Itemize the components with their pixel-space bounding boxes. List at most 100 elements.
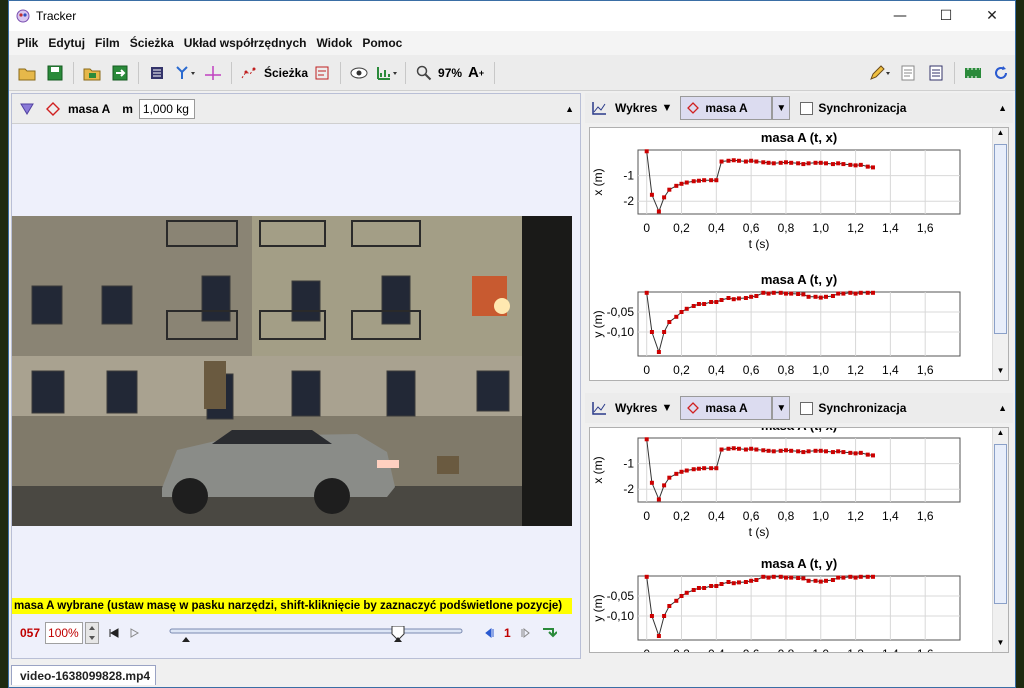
combo-arrow-icon[interactable]: ▼ <box>772 96 791 120</box>
menu-edytuj[interactable]: Edytuj <box>43 36 90 50</box>
font-size-icon[interactable]: A + <box>464 60 488 86</box>
play-icon[interactable] <box>127 626 141 640</box>
data-point <box>813 578 818 583</box>
zoom-icon[interactable] <box>412 60 436 86</box>
maximize-button[interactable]: ☐ <box>923 1 969 31</box>
data-point <box>841 575 846 580</box>
data-point <box>749 294 754 299</box>
data-point <box>679 594 684 598</box>
data-point <box>736 296 741 301</box>
menu-uklad-wspolrzednych[interactable]: Układ współrzędnych <box>179 36 312 50</box>
track-menu-label[interactable]: Ścieżka <box>264 66 308 80</box>
data-point <box>709 584 714 588</box>
chart-title: masa A (t, y) <box>761 272 837 287</box>
footprint-icon[interactable] <box>375 60 399 86</box>
sync-checkbox[interactable] <box>800 401 814 415</box>
film-strip-icon[interactable] <box>961 60 985 86</box>
export-icon[interactable] <box>108 60 132 86</box>
plot-panel-top: Wykres ▼ masa A ▼ Synchronizacja ▲ masa … <box>585 93 1013 391</box>
plot-area: masa A (t, x) 0 0,2 0,4 0,6 0,8 1,0 1,2 1,4 1,6 -1… <box>589 127 1009 381</box>
zoom-level[interactable]: 97% <box>438 66 462 80</box>
track-icon[interactable] <box>238 60 262 86</box>
data-point <box>841 162 846 167</box>
scroll-up-icon[interactable]: ▲ <box>993 128 1008 142</box>
loop-icon[interactable] <box>541 626 557 640</box>
collapse-arrow-icon[interactable]: ▲ <box>998 103 1007 113</box>
sync-checkbox[interactable] <box>800 101 814 115</box>
axes-icon[interactable] <box>201 60 225 86</box>
data-point <box>853 163 858 168</box>
data-point <box>736 158 741 163</box>
rate-spinner-icon[interactable] <box>85 622 100 644</box>
x-axis-label: t (s) <box>749 237 770 251</box>
data-point <box>778 160 783 165</box>
data-point <box>796 161 801 166</box>
file-tab[interactable]: video-1638099828.mp4 <box>11 665 156 685</box>
player-bar: 057 1 <box>12 618 580 648</box>
filter-triangle-icon[interactable] <box>20 103 34 115</box>
plot-view-icon[interactable] <box>591 101 607 115</box>
menu-plik[interactable]: Plik <box>12 36 43 50</box>
data-point <box>870 574 875 579</box>
frame-slider[interactable] <box>168 626 464 642</box>
menu-film[interactable]: Film <box>90 36 125 50</box>
data-point <box>801 450 806 455</box>
mass-field[interactable] <box>138 98 195 119</box>
data-point <box>656 209 661 214</box>
scroll-up-icon[interactable]: ▲ <box>993 428 1008 442</box>
x-axis-label: t (s) <box>749 525 770 539</box>
track-control-icon[interactable] <box>310 60 334 86</box>
view-selector-label[interactable]: Wykres <box>615 101 657 115</box>
save-icon[interactable] <box>43 60 67 86</box>
menu-pomoc[interactable]: Pomoc <box>357 36 407 50</box>
plot-view-icon[interactable] <box>591 401 607 415</box>
vertical-scrollbar[interactable]: ▲ ▼ <box>992 428 1008 652</box>
open-video-icon[interactable] <box>80 60 104 86</box>
vertical-scrollbar[interactable]: ▲ ▼ <box>992 128 1008 380</box>
combo-arrow-icon[interactable]: ▼ <box>772 396 791 420</box>
scroll-thumb[interactable] <box>994 444 1007 604</box>
scroll-thumb[interactable] <box>994 144 1007 334</box>
data-point <box>806 294 811 299</box>
track-point-mass-icon <box>687 102 700 114</box>
notes-icon[interactable] <box>896 60 920 86</box>
scroll-down-icon[interactable]: ▼ <box>993 638 1008 652</box>
data-point <box>709 466 714 471</box>
refresh-icon[interactable] <box>989 60 1013 86</box>
dropdown-arrow-icon[interactable]: ▼ <box>661 402 672 414</box>
calibration-tools-icon[interactable] <box>173 60 197 86</box>
pencil-icon[interactable] <box>868 60 892 86</box>
toolbar-separator <box>340 61 342 84</box>
info-icon[interactable] <box>924 60 948 86</box>
step-size[interactable]: 1 <box>504 626 511 640</box>
data-point <box>702 586 707 590</box>
scroll-down-icon[interactable]: ▼ <box>993 366 1008 380</box>
playback-rate-field[interactable] <box>45 622 84 644</box>
menu-sciezka[interactable]: Ścieżka <box>125 36 179 50</box>
close-button[interactable]: ✕ <box>969 1 1015 31</box>
data-point <box>783 160 788 165</box>
data-point <box>662 195 667 200</box>
minimize-button[interactable]: — <box>877 1 923 31</box>
view-selector-label[interactable]: Wykres <box>615 401 657 415</box>
collapse-arrow-icon[interactable]: ▲ <box>565 104 574 114</box>
collapse-arrow-icon[interactable]: ▲ <box>998 403 1007 413</box>
step-forward-icon[interactable] <box>519 626 533 640</box>
data-point <box>761 160 766 165</box>
toolbar-separator <box>494 61 496 84</box>
data-point <box>848 162 853 167</box>
go-to-start-icon[interactable] <box>107 626 121 640</box>
frame-number[interactable]: 057 <box>20 626 40 640</box>
open-folder-icon[interactable] <box>15 60 39 86</box>
eye-icon[interactable] <box>347 60 371 86</box>
track-selector[interactable]: masa A <box>680 96 773 120</box>
track-selector[interactable]: masa A <box>680 396 773 420</box>
dropdown-arrow-icon[interactable]: ▼ <box>661 102 672 114</box>
y-axis-label: x (m) <box>591 168 605 195</box>
data-point <box>674 471 679 476</box>
step-back-icon[interactable] <box>482 626 496 640</box>
clip-settings-icon[interactable] <box>145 60 169 86</box>
menu-widok[interactable]: Widok <box>311 36 357 50</box>
data-point <box>719 159 724 164</box>
track-name[interactable]: masa A <box>68 102 110 116</box>
